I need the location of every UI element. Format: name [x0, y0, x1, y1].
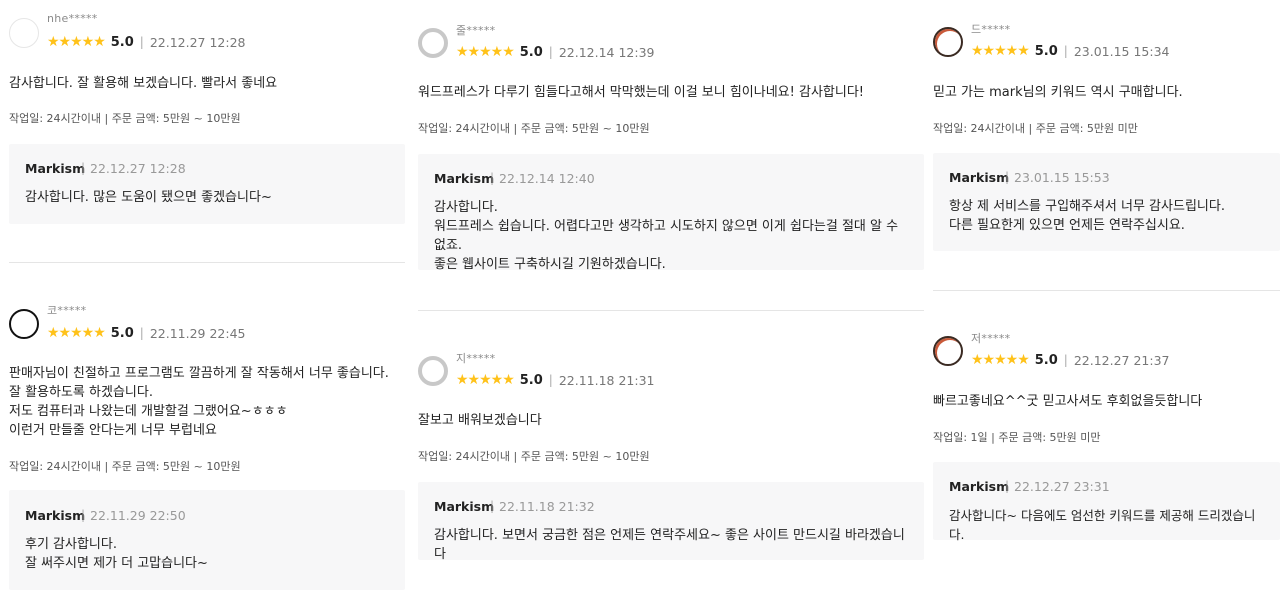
reply-date: 22.12.14 12:40 [499, 171, 595, 186]
reply-date: 22.12.27 23:31 [1014, 479, 1110, 494]
separator: | [1063, 44, 1068, 58]
avatar [418, 28, 448, 58]
avatar [9, 18, 39, 48]
reviewer-name: nhe***** [47, 12, 98, 25]
avatar [933, 336, 963, 366]
separator: | [81, 161, 86, 175]
review-date: 22.11.29 22:45 [149, 325, 246, 341]
reply-date: 22.11.29 22:50 [90, 508, 186, 523]
seller-reply: Markism | 22.11.18 21:32 감사합니다. 보면서 궁금한 … [418, 482, 924, 562]
reply-text: 감사합니다. 많은 도움이 됐으면 좋겠습니다~ [25, 190, 272, 205]
seller-reply: Markism | 22.12.27 23:31 감사합니다~ 다음에도 엄선한… [933, 462, 1280, 542]
order-meta: 작업일: 24시간이내 | 주문 금액: 5만원 미만 [933, 122, 1138, 135]
review-date: 23.01.15 15:34 [1073, 43, 1170, 59]
reply-text: 감사합니다. 보면서 궁금한 점은 언제든 연락주세요~ 좋은 사이트 만드시길… [434, 528, 905, 562]
avatar [418, 356, 448, 386]
avatar [9, 309, 39, 339]
separator: | [139, 35, 144, 49]
order-meta: 작업일: 24시간이내 | 주문 금액: 5만원 ~ 10만원 [9, 112, 241, 125]
star-rating-icon: ★★★★★ [47, 325, 106, 341]
seller-reply: Markism | 22.12.14 12:40 감사합니다. 워드프레스 쉽습… [418, 154, 924, 272]
rating-row: ★★★★★ 5.0 | 22.11.29 22:45 [47, 325, 246, 341]
rating-row: ★★★★★ 5.0 | 23.01.15 15:34 [971, 43, 1170, 59]
rating-row: ★★★★★ 5.0 | 22.12.27 21:37 [971, 352, 1170, 368]
separator: | [548, 45, 553, 59]
rating-score: 5.0 [1034, 43, 1058, 59]
rating-score: 5.0 [519, 372, 543, 388]
reply-author: Markism [949, 170, 1010, 185]
seller-reply: Markism | 22.11.29 22:50 후기 감사합니다. 잘 써주시… [9, 490, 405, 590]
separator: | [1005, 479, 1010, 493]
reply-text: 항상 제 서비스를 구입해주셔서 너무 감사드립니다. 다른 필요한게 있으면 … [949, 199, 1225, 233]
reply-author: Markism [434, 499, 495, 514]
rating-score: 5.0 [519, 44, 543, 60]
rating-score: 5.0 [110, 34, 134, 50]
separator: | [490, 171, 495, 185]
divider [418, 310, 924, 311]
rating-row: ★★★★★ 5.0 | 22.12.27 12:28 [47, 34, 246, 50]
star-rating-icon: ★★★★★ [971, 352, 1030, 368]
reviewer-name: 저***** [971, 332, 1011, 345]
star-rating-icon: ★★★★★ [971, 43, 1030, 59]
review-text: 믿고 가는 mark님의 키워드 역시 구매합니다. [933, 85, 1183, 100]
separator: | [548, 373, 553, 387]
reviewer-name: 드***** [971, 23, 1011, 36]
reply-text: 후기 감사합니다. 잘 써주시면 제가 더 고맙습니다~ [25, 537, 208, 571]
reply-author: Markism [25, 161, 86, 176]
review-text: 잘보고 배워보겠습니다 [418, 413, 542, 428]
reply-text: 감사합니다~ 다음에도 엄선한 키워드를 제공해 드리겠습니다. [949, 508, 1256, 542]
reviewer-name: 줄***** [456, 24, 496, 37]
star-rating-icon: ★★★★★ [47, 34, 106, 50]
separator: | [1005, 170, 1010, 184]
reply-date: 23.01.15 15:53 [1014, 170, 1110, 185]
order-meta: 작업일: 24시간이내 | 주문 금액: 5만원 ~ 10만원 [418, 450, 650, 463]
review-text: 판매자님이 친절하고 프로그램도 깔끔하게 잘 작동해서 너무 좋습니다. 잘 … [9, 366, 389, 438]
rating-row: ★★★★★ 5.0 | 22.12.14 12:39 [456, 44, 655, 60]
order-meta: 작업일: 1일 | 주문 금액: 5만원 미만 [933, 431, 1101, 444]
review-text: 워드프레스가 다루기 힘들다고해서 막막했는데 이걸 보니 힘이나네요! 감사합… [418, 85, 864, 100]
rating-row: ★★★★★ 5.0 | 22.11.18 21:31 [456, 372, 655, 388]
seller-reply: Markism | 22.12.27 12:28 감사합니다. 많은 도움이 됐… [9, 144, 405, 224]
review-date: 22.12.14 12:39 [558, 44, 655, 60]
review-date: 22.12.27 12:28 [149, 34, 246, 50]
review-text: 빠르고좋네요^^굿 믿고사셔도 후회없을듯합니다 [933, 394, 1203, 409]
star-rating-icon: ★★★★★ [456, 44, 515, 60]
reply-author: Markism [434, 171, 495, 186]
review-date: 22.11.18 21:31 [558, 372, 655, 388]
review-date: 22.12.27 21:37 [1073, 352, 1170, 368]
reviewer-name: 지***** [456, 352, 496, 365]
separator: | [81, 508, 86, 522]
separator: | [139, 326, 144, 340]
order-meta: 작업일: 24시간이내 | 주문 금액: 5만원 ~ 10만원 [9, 460, 241, 473]
review-text: 감사합니다. 잘 활용해 보겠습니다. 빨라서 좋네요 [9, 76, 278, 91]
separator: | [490, 499, 495, 513]
reply-author: Markism [25, 508, 86, 523]
order-meta: 작업일: 24시간이내 | 주문 금액: 5만원 ~ 10만원 [418, 122, 650, 135]
reply-date: 22.11.18 21:32 [499, 499, 595, 514]
reply-date: 22.12.27 12:28 [90, 161, 186, 176]
avatar [933, 27, 963, 57]
separator: | [1063, 353, 1068, 367]
divider [933, 290, 1280, 291]
rating-score: 5.0 [110, 325, 134, 341]
reply-author: Markism [949, 479, 1010, 494]
reviewer-name: 코***** [47, 304, 87, 317]
star-rating-icon: ★★★★★ [456, 372, 515, 388]
seller-reply: Markism | 23.01.15 15:53 항상 제 서비스를 구입해주셔… [933, 153, 1280, 251]
divider [9, 262, 405, 263]
rating-score: 5.0 [1034, 352, 1058, 368]
reply-text: 감사합니다. 워드프레스 쉽습니다. 어렵다고만 생각하고 시도하지 않으면 이… [434, 200, 899, 272]
